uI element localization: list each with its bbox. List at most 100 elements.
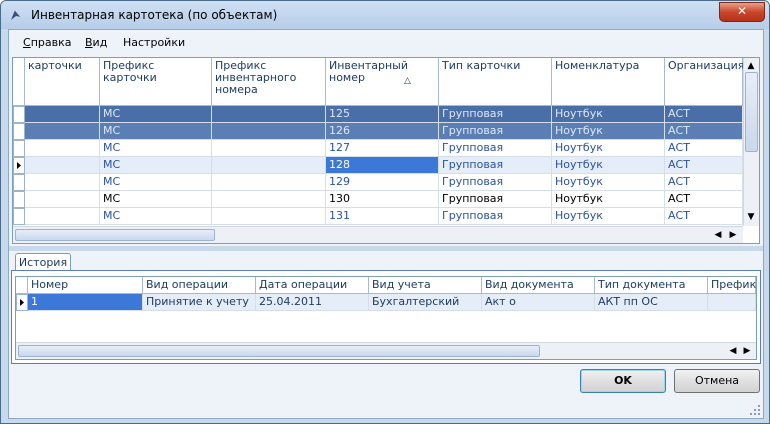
scroll-down-icon[interactable]: ▼ (744, 212, 758, 222)
row-indicator[interactable] (13, 123, 25, 140)
cell-inv-number[interactable]: 126 (326, 123, 439, 140)
cell-inv-prefix[interactable] (212, 174, 326, 191)
cell-inv-prefix[interactable] (212, 191, 326, 208)
cell-inv-number[interactable]: 125 (326, 106, 439, 123)
table-row[interactable]: МС 131 Групповая Ноутбук АСТ (13, 208, 743, 225)
cell-card-type[interactable]: Групповая (439, 140, 552, 157)
ok-button[interactable]: OK (580, 369, 666, 393)
column-header-card-type[interactable]: Тип карточки (439, 58, 552, 106)
cell-operation-date[interactable]: 25.04.2011 (256, 294, 369, 311)
cell-card-prefix[interactable]: МС (100, 191, 212, 208)
cell-nomenclature[interactable]: Ноутбук (552, 174, 665, 191)
column-header-organization[interactable]: Организация (665, 58, 744, 106)
cell-nomenclature[interactable]: Ноутбук (552, 191, 665, 208)
column-header-accounting-type[interactable]: Вид учета (369, 277, 482, 294)
table-row[interactable]: МС 129 Групповая Ноутбук АСТ (13, 174, 743, 191)
cell-card-prefix[interactable]: МС (100, 174, 212, 191)
row-indicator[interactable] (13, 174, 25, 191)
cell-organization[interactable]: АСТ (665, 191, 743, 208)
cell-card[interactable] (25, 174, 100, 191)
menu-settings[interactable]: Настройки (123, 36, 185, 49)
column-header-prefix[interactable]: Префикс (708, 277, 756, 294)
cards-grid-vscroll[interactable]: ▲ ▼ (743, 58, 759, 226)
table-row[interactable]: МС 126 Групповая Ноутбук АСТ (13, 123, 743, 140)
cell-card-type[interactable]: Групповая (439, 174, 552, 191)
cell-inv-number[interactable]: 129 (326, 174, 439, 191)
cell-nomenclature[interactable]: Ноутбук (552, 208, 665, 225)
cell-card[interactable] (25, 208, 100, 225)
cell-card-prefix[interactable]: МС (100, 123, 212, 140)
column-header-card[interactable]: карточки (25, 58, 100, 106)
cell-card-prefix[interactable]: МС (100, 157, 212, 174)
table-row[interactable]: МС 128 Групповая Ноутбук АСТ (13, 157, 743, 174)
cell-inv-number[interactable]: 127 (326, 140, 439, 157)
vscroll-thumb[interactable] (745, 72, 758, 152)
row-indicator[interactable] (13, 157, 25, 174)
title-bar[interactable]: Инвентарная картотека (по объектам) ✕ (1, 1, 769, 29)
cell-inv-number[interactable]: 131 (326, 208, 439, 225)
cell-card-type[interactable]: Групповая (439, 123, 552, 140)
cell-inv-number[interactable]: 130 (326, 191, 439, 208)
cell-card[interactable] (25, 123, 100, 140)
column-header-inv-prefix[interactable]: Префикс инвентарного номера (212, 58, 326, 106)
row-indicator[interactable] (13, 208, 25, 225)
cell-organization[interactable]: АСТ (665, 106, 743, 123)
history-scroll-right-icon[interactable]: ▶ (740, 346, 754, 356)
cell-accounting-type[interactable]: Бухгалтерский (369, 294, 482, 311)
column-header-nomenclature[interactable]: Номенклатура (552, 58, 665, 106)
column-header-inv-number[interactable]: Инвентарный номер △ (326, 58, 439, 106)
history-grid[interactable]: Номер Вид операции Дата операции Вид уче… (15, 276, 757, 360)
cell-card[interactable] (25, 157, 100, 174)
column-header-card-prefix[interactable]: Префикс карточки (100, 58, 212, 106)
cell-inv-prefix[interactable] (212, 123, 326, 140)
cell-card-prefix[interactable]: МС (100, 140, 212, 157)
column-header-document-type[interactable]: Тип документа (595, 277, 708, 294)
cell-document-kind[interactable]: Акт о (482, 294, 595, 311)
cell-inv-number[interactable]: 128 (326, 157, 439, 174)
cell-organization[interactable]: АСТ (665, 157, 743, 174)
cell-organization[interactable]: АСТ (665, 174, 743, 191)
cell-card[interactable] (25, 191, 100, 208)
history-scroll-left-icon[interactable]: ◀ (726, 346, 740, 356)
history-hscroll-thumb[interactable] (18, 345, 540, 357)
cell-inv-prefix[interactable] (212, 157, 326, 174)
scroll-left-icon[interactable]: ◀ (711, 230, 725, 240)
menu-help[interactable]: Справка (23, 36, 71, 49)
row-indicator[interactable] (13, 191, 25, 208)
resize-grip-icon[interactable] (749, 404, 761, 416)
cell-nomenclature[interactable]: Ноутбук (552, 123, 665, 140)
column-header-operation-type[interactable]: Вид операции (143, 277, 256, 294)
scroll-right-icon[interactable]: ▶ (726, 230, 740, 240)
cell-nomenclature[interactable]: Ноутбук (552, 140, 665, 157)
cell-card-type[interactable]: Групповая (439, 157, 552, 174)
history-grid-hscroll[interactable]: ◀ ▶ (16, 342, 756, 359)
row-indicator[interactable] (13, 140, 25, 157)
cell-card-type[interactable]: Групповая (439, 191, 552, 208)
cell-prefix[interactable] (708, 294, 756, 311)
cell-organization[interactable]: АСТ (665, 123, 743, 140)
table-row[interactable]: МС 130 Групповая Ноутбук АСТ (13, 191, 743, 208)
cell-nomenclature[interactable]: Ноутбук (552, 157, 665, 174)
cell-operation-type[interactable]: Принятие к учету (143, 294, 256, 311)
row-indicator[interactable] (13, 106, 25, 123)
cell-nomenclature[interactable]: Ноутбук (552, 106, 665, 123)
cell-organization[interactable]: АСТ (665, 140, 743, 157)
column-header-number[interactable]: Номер (28, 277, 143, 294)
cell-card[interactable] (25, 140, 100, 157)
close-button[interactable]: ✕ (719, 2, 765, 22)
cell-card[interactable] (25, 106, 100, 123)
menu-view[interactable]: Вид (85, 36, 107, 49)
scroll-up-icon[interactable]: ▲ (744, 61, 758, 71)
table-row[interactable]: МС 127 Групповая Ноутбук АСТ (13, 140, 743, 157)
cell-inv-prefix[interactable] (212, 106, 326, 123)
column-header-document-kind[interactable]: Вид документа (482, 277, 595, 294)
cards-grid[interactable]: карточки Префикс карточки Префикс инвент… (12, 57, 760, 244)
cell-inv-prefix[interactable] (212, 140, 326, 157)
cell-card-type[interactable]: Групповая (439, 106, 552, 123)
cell-card-prefix[interactable]: МС (100, 208, 212, 225)
table-row[interactable]: МС 125 Групповая Ноутбук АСТ (13, 106, 743, 123)
cancel-button[interactable]: Отмена (674, 369, 760, 393)
cell-inv-prefix[interactable] (212, 208, 326, 225)
cell-organization[interactable]: АСТ (665, 208, 743, 225)
hscroll-thumb[interactable] (15, 229, 215, 241)
